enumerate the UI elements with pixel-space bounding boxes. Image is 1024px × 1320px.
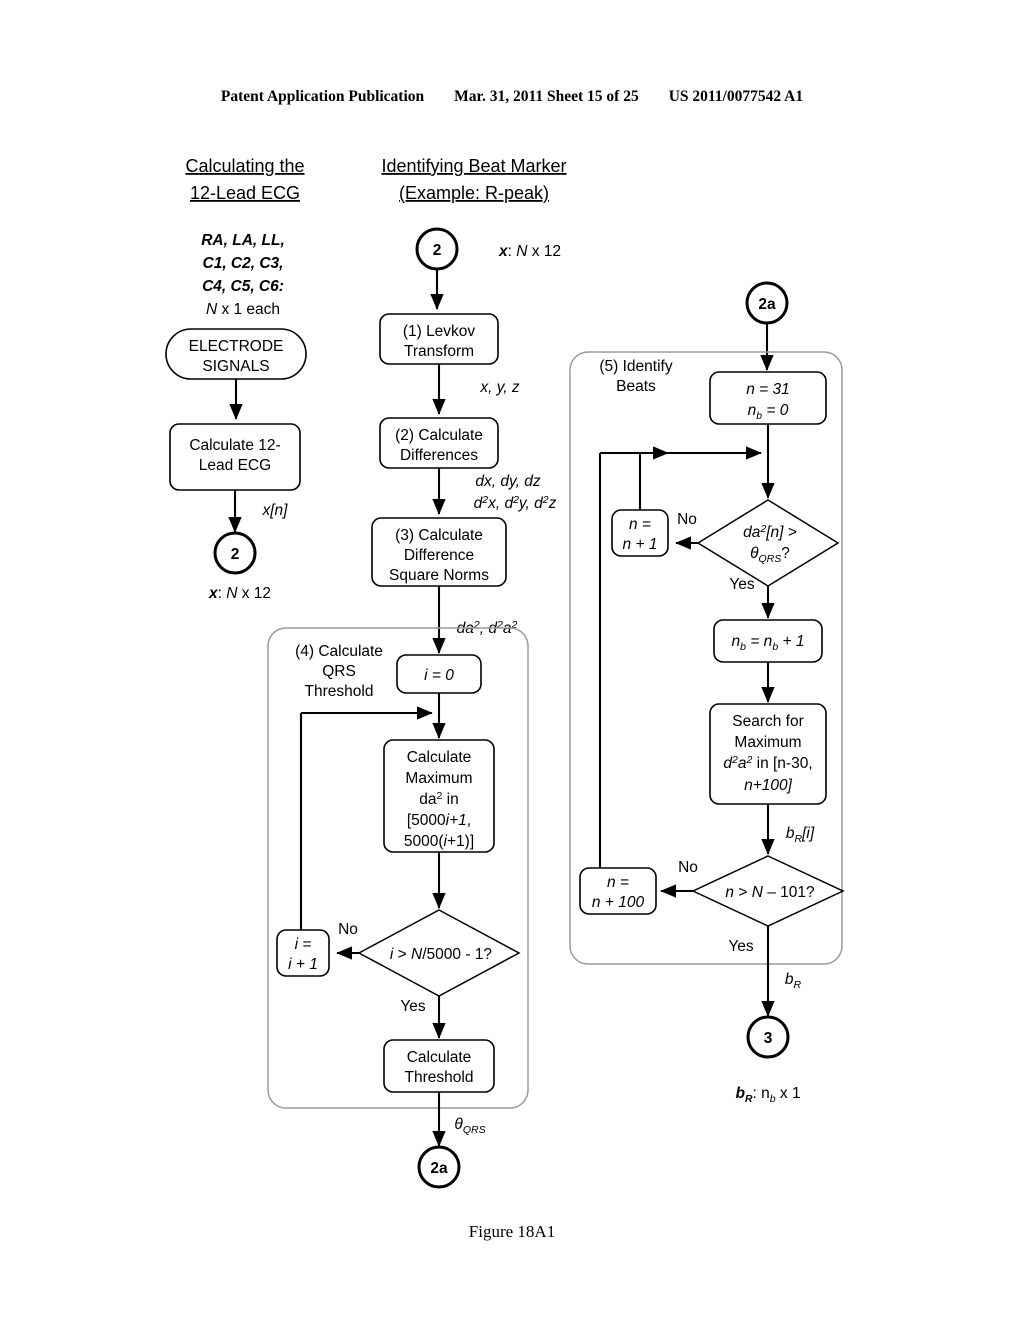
label-yes-5a: Yes bbox=[729, 576, 755, 593]
edge-label-br: bR bbox=[785, 971, 802, 991]
connector-3-out-label: 3 bbox=[764, 1030, 773, 1047]
increment-n-line1: n = bbox=[629, 516, 651, 533]
calcmax-line4: [5000i+1, bbox=[407, 812, 471, 829]
mid-input-dimension: x: N x 12 bbox=[498, 243, 561, 260]
edge-label-d2xd2yd2z: d2x, d2y, d2z bbox=[474, 494, 557, 512]
group5-line1: (5) Identify bbox=[599, 358, 672, 375]
electrode-input-line4: N x 1 each bbox=[206, 301, 280, 318]
mid-column-title-line1: Identifying Beat Marker bbox=[381, 156, 566, 176]
connector-2a-out-label: 2a bbox=[430, 1160, 448, 1177]
connector-2a-in-label: 2a bbox=[758, 296, 776, 313]
decision-i-label: i > N/5000 - 1? bbox=[390, 946, 493, 963]
flowchart-canvas: Calculating the 12-Lead ECG Identifying … bbox=[165, 156, 845, 1189]
increment-n-line2: n + 1 bbox=[623, 536, 658, 553]
increment-i-line1: i = bbox=[295, 936, 312, 953]
init-i0-label: i = 0 bbox=[424, 667, 454, 684]
left-output-dimension: x: N x 12 bbox=[208, 585, 271, 602]
init-n-label: n = 31 bbox=[746, 381, 790, 398]
threshold-line2: Threshold bbox=[405, 1069, 474, 1086]
decision-da2-gt-theta bbox=[696, 499, 840, 587]
search-line1: Search for bbox=[732, 713, 804, 730]
increment-i-line2: i + 1 bbox=[288, 956, 318, 973]
electrode-signals-line2: SIGNALS bbox=[202, 358, 269, 375]
group5-line2: Beats bbox=[616, 378, 656, 395]
connector-2-out-label: 2 bbox=[231, 546, 240, 563]
threshold-line1: Calculate bbox=[407, 1049, 472, 1066]
electrode-input-line3: C4, C5, C6: bbox=[202, 278, 284, 295]
edge-label-xyz: x, y, z bbox=[479, 379, 520, 396]
label-yes-4: Yes bbox=[400, 998, 426, 1015]
calculate-12lead-line1: Calculate 12- bbox=[189, 437, 280, 454]
calcmax-line1: Calculate bbox=[407, 749, 472, 766]
group4-line1: (4) Calculate bbox=[295, 643, 383, 660]
calcmax-line5: 5000(i+1)] bbox=[404, 833, 474, 850]
left-column-title-line2: 12-Lead ECG bbox=[190, 183, 300, 203]
group4-line3: Threshold bbox=[305, 683, 374, 700]
label-no-5a: No bbox=[677, 511, 697, 528]
calcmax-line2: Maximum bbox=[405, 770, 472, 787]
label-yes-5b: Yes bbox=[728, 938, 754, 955]
edge-label-dxdydz: dx, dy, dz bbox=[475, 473, 540, 490]
label-no-4: No bbox=[338, 921, 358, 938]
figure-caption: Figure 18A1 bbox=[468, 1222, 556, 1241]
increment-n100-line2: n + 100 bbox=[592, 894, 645, 911]
decision2-label: n > N – 101? bbox=[725, 884, 815, 901]
differences-line1: (2) Calculate bbox=[395, 427, 483, 444]
group4-line2: QRS bbox=[322, 663, 356, 680]
differences-line2: Differences bbox=[400, 447, 478, 464]
increment-n100-line1: n = bbox=[607, 874, 629, 891]
left-column-title-line1: Calculating the bbox=[185, 156, 304, 176]
levkov-line1: (1) Levkov bbox=[403, 323, 476, 340]
search-line2: Maximum bbox=[734, 734, 801, 751]
electrode-input-line1: RA, LA, LL, bbox=[201, 232, 285, 249]
norms-line2: Difference bbox=[404, 547, 474, 564]
norms-line3: Square Norms bbox=[389, 567, 489, 584]
decision1-line1: da2[n] > bbox=[743, 523, 797, 541]
connector-2-in-label: 2 bbox=[433, 242, 442, 259]
group-calculate-qrs-threshold bbox=[267, 627, 529, 1109]
electrode-signals-line1: ELECTRODE bbox=[189, 338, 284, 355]
norms-line1: (3) Calculate bbox=[395, 527, 483, 544]
search-line4: n+100] bbox=[744, 777, 793, 794]
electrode-input-line2: C1, C2, C3, bbox=[203, 255, 284, 272]
edge-label-br-i: bR[i] bbox=[786, 825, 815, 845]
calculate-12lead-line2: Lead ECG bbox=[199, 457, 271, 474]
right-output-dimension: bR: nb x 1 bbox=[735, 1085, 800, 1105]
edge-label-theta-qrs: θQRS bbox=[454, 1116, 485, 1136]
label-no-5b: No bbox=[678, 859, 698, 876]
levkov-line2: Transform bbox=[404, 343, 474, 360]
mid-column-title-line2: (Example: R-peak) bbox=[399, 183, 549, 203]
edge-label-xn: x[n] bbox=[262, 502, 289, 519]
